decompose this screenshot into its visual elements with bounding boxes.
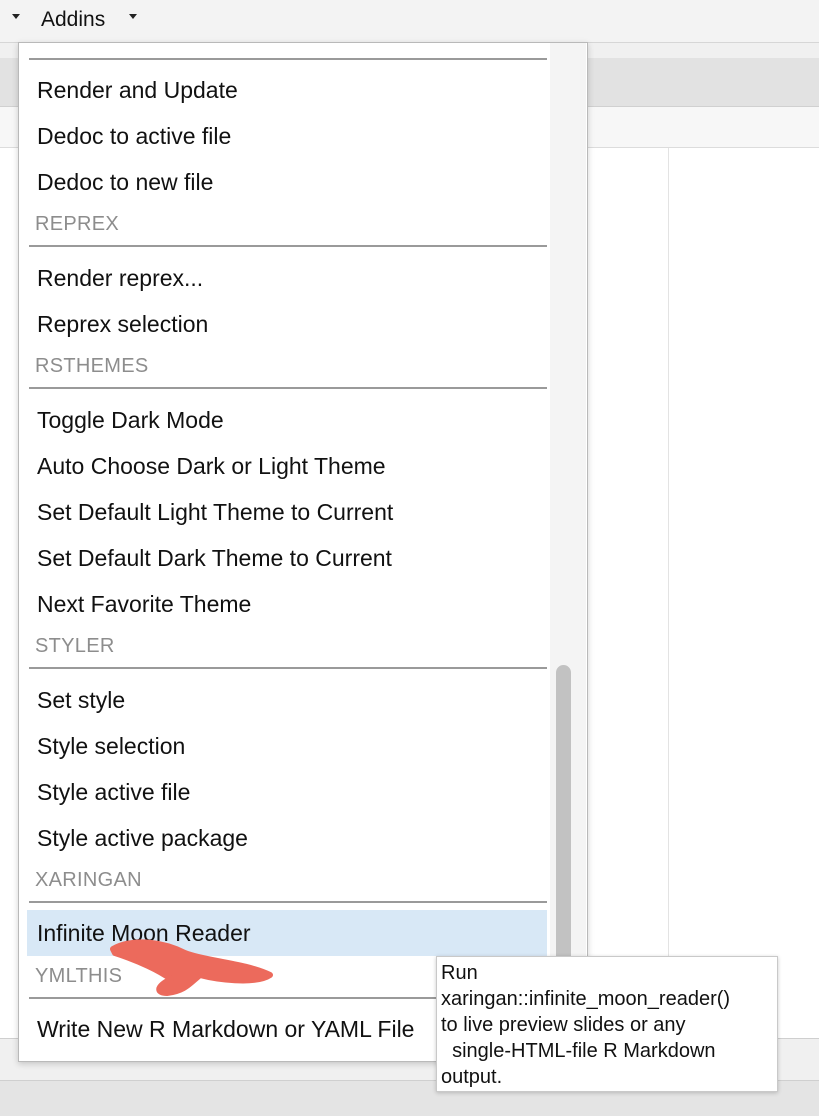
menu-separator: [29, 58, 547, 60]
addin-description-tooltip: Run xaringan::infinite_moon_reader() to …: [436, 956, 778, 1092]
addins-menu-button[interactable]: Addins: [41, 8, 105, 32]
menu-section-header-xaringan: XARINGAN: [35, 869, 142, 891]
menu-item-render-reprex[interactable]: Render reprex...: [27, 255, 547, 301]
menu-item-next-favorite-theme[interactable]: Next Favorite Theme: [27, 581, 547, 627]
tooltip-line: xaringan::infinite_moon_reader(): [441, 988, 731, 1010]
menu-item-dedoc-to-active-file[interactable]: Dedoc to active file: [27, 113, 547, 159]
addins-toolbar: Addins: [0, 0, 819, 43]
menu-item-auto-choose-theme[interactable]: Auto Choose Dark or Light Theme: [27, 443, 547, 489]
caret-down-icon[interactable]: [12, 14, 20, 19]
menu-item-set-default-dark-theme[interactable]: Set Default Dark Theme to Current: [27, 535, 547, 581]
tooltip-line: Run: [441, 962, 478, 984]
tooltip-line: single-HTML-file R Markdown: [441, 1040, 716, 1062]
menu-item-toggle-dark-mode[interactable]: Toggle Dark Mode: [27, 397, 547, 443]
menu-scrollbar-thumb[interactable]: [556, 665, 571, 965]
annotation-scribble: [110, 939, 273, 996]
menu-separator: [29, 901, 547, 903]
menu-item-set-default-light-theme[interactable]: Set Default Light Theme to Current: [27, 489, 547, 535]
addins-dropdown-menu: Render and Update Dedoc to active file D…: [18, 42, 588, 1062]
tooltip-line: to live preview slides or any: [441, 1014, 686, 1036]
chevron-down-icon[interactable]: [129, 14, 137, 19]
menu-item-render-and-update[interactable]: Render and Update: [27, 67, 547, 113]
menu-separator: [29, 667, 547, 669]
menu-item-style-active-file[interactable]: Style active file: [27, 769, 547, 815]
tooltip-line: output.: [441, 1066, 503, 1088]
menu-item-style-active-package[interactable]: Style active package: [27, 815, 547, 861]
menu-item-set-style[interactable]: Set style: [27, 677, 547, 723]
menu-section-header-styler: STYLER: [35, 635, 115, 657]
menu-section-header-rsthemes: RSTHEMES: [35, 355, 149, 377]
menu-separator: [29, 245, 547, 247]
menu-item-style-selection[interactable]: Style selection: [27, 723, 547, 769]
menu-separator: [29, 387, 547, 389]
menu-item-reprex-selection[interactable]: Reprex selection: [27, 301, 547, 347]
menu-section-header-reprex: REPREX: [35, 213, 120, 235]
menu-item-dedoc-to-new-file[interactable]: Dedoc to new file: [27, 159, 547, 205]
background-divider: [668, 148, 669, 1038]
